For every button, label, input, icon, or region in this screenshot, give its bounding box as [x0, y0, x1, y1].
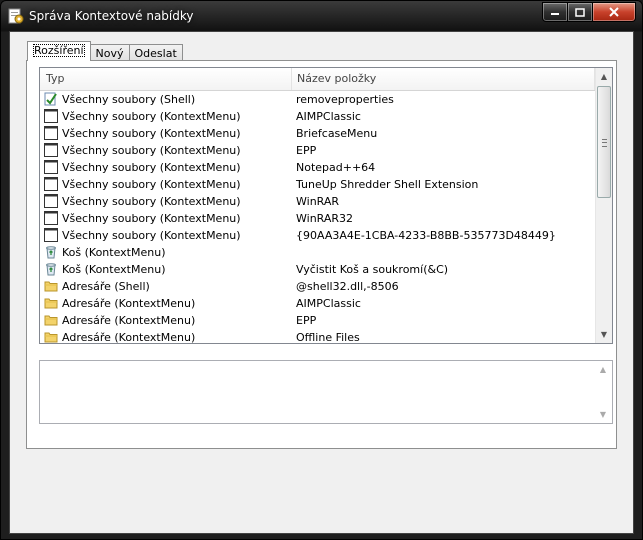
item-name: BriefcaseMenu: [296, 127, 378, 140]
app-window: Správa Kontextové nabídky Rozšíření Nový…: [0, 0, 643, 540]
description-text: [40, 361, 612, 367]
window-icon: [44, 194, 58, 208]
grip-icon: [602, 139, 607, 147]
item-name: {90AA3A4E-1CBA-4233-B8BB-535773D48449}: [296, 229, 556, 242]
column-header-type[interactable]: Typ: [40, 68, 292, 90]
tab-label: Nový: [95, 47, 124, 60]
description-scrollbar[interactable]: ▲ ▼: [595, 361, 612, 423]
description-box[interactable]: ▲ ▼: [39, 360, 613, 424]
list-item[interactable]: Adresáře (KontextMenu) EPP: [40, 312, 595, 329]
list-scrollbar[interactable]: ▲ ▼: [595, 68, 612, 343]
window-icon: [44, 211, 58, 225]
list-item[interactable]: Koš (KontextMenu) Vyčistit Koš a soukromí…: [40, 261, 595, 278]
window-icon: [44, 160, 58, 174]
column-header-name[interactable]: Název položky: [291, 68, 595, 90]
item-name: AIMPClassic: [296, 297, 361, 310]
item-type: Všechny soubory (KontextMenu): [62, 144, 241, 157]
item-type: Všechny soubory (KontextMenu): [62, 178, 241, 191]
list-item[interactable]: Všechny soubory (Shell) removeproperties: [40, 91, 595, 108]
item-name: removeproperties: [296, 93, 394, 106]
item-type: Všechny soubory (KontextMenu): [62, 110, 241, 123]
tab-label: Odeslat: [134, 47, 177, 60]
item-type: Všechny soubory (KontextMenu): [62, 229, 241, 242]
item-type: Všechny soubory (KontextMenu): [62, 212, 241, 225]
list-item[interactable]: Všechny soubory (KontextMenu) Notepad++64: [40, 159, 595, 176]
context-menu-list[interactable]: Typ Název položky Všechny soubory (Shell…: [39, 67, 613, 344]
scroll-up-icon[interactable]: ▲: [595, 361, 611, 378]
item-name: @shell32.dll,-8506: [296, 280, 399, 293]
list-item[interactable]: Adresáře (KontextMenu) AIMPClassic: [40, 295, 595, 312]
item-name: EPP: [296, 314, 317, 327]
tab-send[interactable]: Odeslat: [128, 44, 183, 61]
list-item[interactable]: Všechny soubory (KontextMenu) BriefcaseMe…: [40, 125, 595, 142]
item-type: Adresáře (KontextMenu): [62, 314, 196, 327]
minimize-icon: [551, 13, 559, 15]
list-item[interactable]: Adresáře (Shell) @shell32.dll,-8506: [40, 278, 595, 295]
list-item[interactable]: Koš (KontextMenu): [40, 244, 595, 261]
tab-new[interactable]: Nový: [89, 44, 130, 61]
window-icon: [44, 126, 58, 140]
maximize-icon: [575, 7, 585, 17]
list-item[interactable]: Všechny soubory (KontextMenu) AIMPClassic: [40, 108, 595, 125]
folder-icon: [44, 330, 58, 343]
item-name: EPP: [296, 144, 317, 157]
window-icon: [44, 143, 58, 157]
tab-label: Rozšíření: [33, 44, 85, 57]
recycle-bin-icon: [44, 245, 58, 259]
window-title: Správa Kontextové nabídky: [29, 9, 194, 23]
window-icon: [44, 177, 58, 191]
folder-icon: [44, 279, 58, 293]
list-header: Typ Název položky: [40, 68, 595, 91]
close-icon: [609, 7, 619, 17]
folder-icon: [44, 296, 58, 310]
item-type: Adresáře (KontextMenu): [62, 331, 196, 344]
list-item[interactable]: Všechny soubory (KontextMenu) WinRAR32: [40, 210, 595, 227]
item-type: Všechny soubory (Shell): [62, 93, 196, 106]
client-area: Rozšíření Nový Odeslat Typ Název položky…: [9, 31, 634, 534]
item-name: AIMPClassic: [296, 110, 361, 123]
list-item[interactable]: Všechny soubory (KontextMenu) {90AA3A4E-1…: [40, 227, 595, 244]
folder-icon: [44, 313, 58, 327]
recycle-bin-icon: [44, 262, 58, 276]
item-name: Notepad++64: [296, 161, 376, 174]
title-bar[interactable]: Správa Kontextové nabídky: [1, 1, 642, 31]
caption-buttons: [542, 2, 636, 22]
list-item[interactable]: Všechny soubory (KontextMenu) TuneUp Shre…: [40, 176, 595, 193]
item-type: Všechny soubory (KontextMenu): [62, 161, 241, 174]
item-name: WinRAR32: [296, 212, 354, 225]
item-name: Offline Files: [296, 331, 360, 344]
item-type: Všechny soubory (KontextMenu): [62, 195, 241, 208]
scroll-thumb[interactable]: [597, 86, 611, 198]
item-type: Koš (KontextMenu): [62, 263, 166, 276]
item-name: WinRAR: [296, 195, 340, 208]
window-icon: [44, 228, 58, 242]
list-item[interactable]: Všechny soubory (KontextMenu) WinRAR: [40, 193, 595, 210]
app-icon: [8, 8, 24, 24]
scroll-up-icon[interactable]: ▲: [596, 68, 612, 85]
list-item[interactable]: Adresáře (KontextMenu) Offline Files: [40, 329, 595, 344]
item-type: Adresáře (KontextMenu): [62, 297, 196, 310]
shell-check-icon: [44, 92, 58, 106]
scroll-down-icon[interactable]: ▼: [596, 326, 612, 343]
item-name: Vyčistit Koš a soukromí(&C): [296, 263, 449, 276]
list-rows: Všechny soubory (Shell) removeproperties V…: [40, 91, 595, 344]
window-icon: [44, 109, 58, 123]
close-button[interactable]: [593, 2, 636, 22]
tab-strip: Rozšíření Nový Odeslat: [27, 41, 183, 61]
tab-extensions[interactable]: Rozšíření: [27, 41, 91, 61]
maximize-button[interactable]: [568, 2, 593, 22]
scroll-down-icon[interactable]: ▼: [595, 406, 611, 423]
minimize-button[interactable]: [542, 2, 568, 22]
item-type: Všechny soubory (KontextMenu): [62, 127, 241, 140]
list-item[interactable]: Všechny soubory (KontextMenu) EPP: [40, 142, 595, 159]
item-name: TuneUp Shredder Shell Extension: [296, 178, 479, 191]
item-type: Koš (KontextMenu): [62, 246, 166, 259]
tab-panel: Typ Název položky Všechny soubory (Shell…: [26, 60, 617, 449]
item-type: Adresáře (Shell): [62, 280, 150, 293]
